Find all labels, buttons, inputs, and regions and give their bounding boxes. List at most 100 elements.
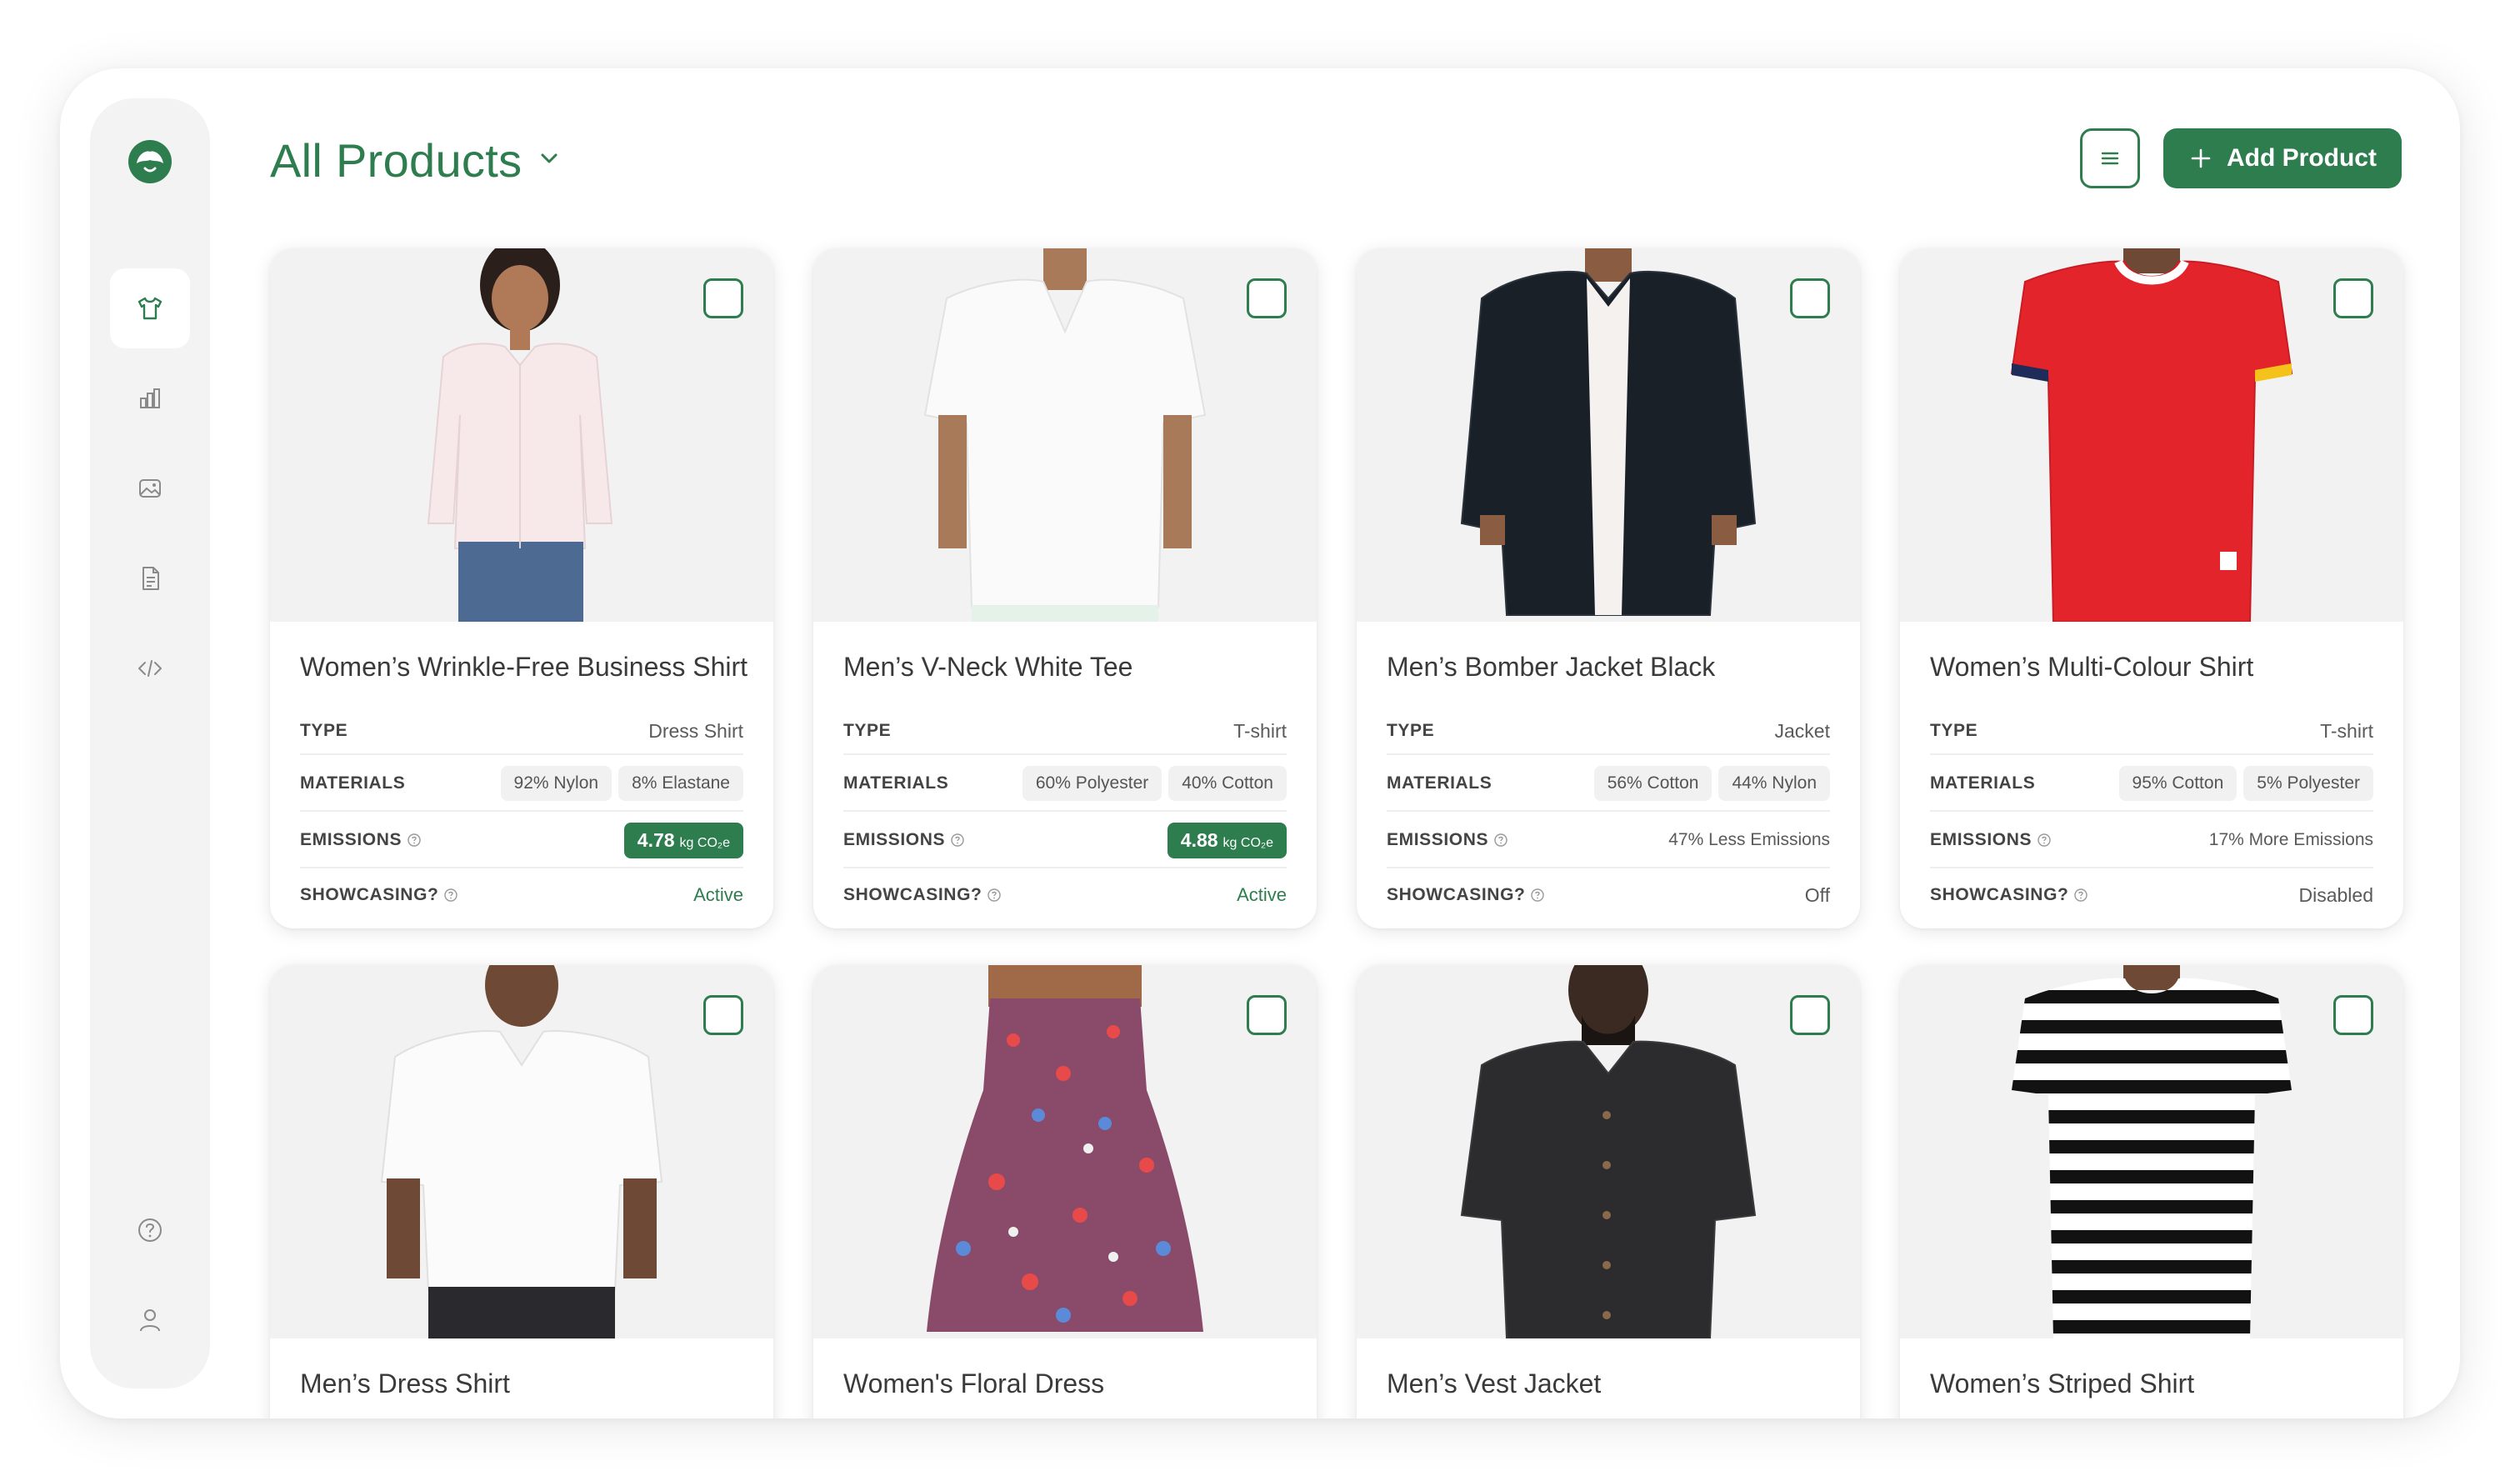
product-card[interactable]: Women’s Multi-Colour Shirt TYPE T-shirt … [1900,248,2403,928]
plus-icon [2191,148,2211,168]
sidebar-item-developer[interactable] [110,628,190,708]
select-checkbox[interactable] [1247,278,1287,318]
type-row: TYPE T-shirt [843,708,1287,755]
emissions-row: EMISSIONS 47% Less Emissions [1387,813,1830,868]
product-image [1900,965,2403,1338]
emissions-row: EMISSIONS 4.78 kg CO₂e [300,813,743,868]
showcasing-status[interactable]: Disabled [2299,884,2374,907]
showcasing-label-text: SHOWCASING? [300,885,439,904]
select-checkbox[interactable] [1790,995,1830,1035]
bar-chart-icon [140,388,160,408]
product-name: Women's Floral Dress [843,1368,1105,1398]
info-icon[interactable] [443,888,458,903]
product-name: Women’s Striped Shirt [1930,1368,2195,1398]
sidebar-item-media[interactable] [110,448,190,528]
type-value: T-shirt [1233,719,1287,742]
emissions-value: 4.78 [637,828,675,851]
materials-label: MATERIALS [1387,773,1492,793]
sidebar-item-reports[interactable] [110,538,190,618]
page-title-dropdown[interactable]: All Products [270,133,562,188]
add-product-label: Add Product [2227,144,2377,172]
product-name: Men’s Dress Shirt [300,1368,510,1398]
product-name: Women’s Wrinkle-Free Business Shirt [300,652,748,682]
select-checkbox[interactable] [1247,995,1287,1035]
product-card[interactable]: Men’s Bomber Jacket Black TYPE Jacket MA… [1357,248,1860,928]
select-checkbox[interactable] [1790,278,1830,318]
info-icon[interactable] [407,833,422,848]
emissions-value: 4.88 [1180,828,1218,851]
select-checkbox[interactable] [703,278,743,318]
emissions-label-text: EMISSIONS [843,830,946,849]
emissions-row: EMISSIONS 4.88 kg CO₂e [843,813,1287,868]
info-icon[interactable] [1493,833,1508,848]
type-label: TYPE [300,721,348,740]
materials-row: MATERIALS 56% Cotton 44% Nylon [1387,757,1830,812]
info-icon[interactable] [1530,888,1545,903]
emissions-badge: 4.78 kg CO₂e [623,822,743,858]
emissions-comparison: 47% Less Emissions [1668,830,1830,849]
materials-row: MATERIALS 60% Polyester 40% Cotton [843,757,1287,812]
app-window: All Products Add Product Women’s Wrinkle… [60,68,2460,1418]
list-view-button[interactable] [2080,128,2140,188]
select-checkbox[interactable] [703,995,743,1035]
material-chip: 44% Nylon [1718,766,1830,801]
showcasing-label: SHOWCASING? [300,885,458,905]
materials-label: MATERIALS [300,773,406,793]
showcasing-label: SHOWCASING? [1930,885,2088,905]
emissions-label-text: EMISSIONS [300,830,402,849]
product-image [813,965,1317,1338]
info-icon[interactable] [2037,833,2052,848]
product-card[interactable]: Men’s Vest Jacket [1357,965,1860,1418]
info-icon[interactable] [950,833,965,848]
sidebar-item-analytics[interactable] [110,358,190,438]
sidebar-item-help[interactable] [110,1190,190,1270]
showcasing-row: SHOWCASING? Off [1387,870,1830,920]
info-icon[interactable] [987,888,1002,903]
product-image [1357,965,1860,1338]
showcasing-status[interactable]: Off [1805,884,1830,907]
product-name: Men’s V-Neck White Tee [843,652,1133,682]
emissions-label: EMISSIONS [1930,830,2052,850]
product-card[interactable]: Women's Floral Dress [813,965,1317,1418]
showcasing-status[interactable]: Active [693,884,743,906]
materials-label: MATERIALS [843,773,949,793]
emissions-unit: kg CO₂e [679,835,730,850]
type-label: TYPE [1387,721,1435,740]
emissions-label-text: EMISSIONS [1930,830,2032,849]
product-card[interactable]: Women’s Wrinkle-Free Business Shirt TYPE… [270,248,773,928]
material-chip: 5% Polyester [2243,766,2373,801]
product-name: Men’s Vest Jacket [1387,1368,1602,1398]
document-icon [142,567,159,590]
materials-row: MATERIALS 92% Nylon 8% Elastane [300,757,743,812]
type-label: TYPE [1930,721,1978,740]
product-name: Women’s Multi-Colour Shirt [1930,652,2254,682]
type-label: TYPE [843,721,892,740]
sidebar-item-account[interactable] [110,1280,190,1360]
tshirt-icon [138,297,162,320]
info-icon[interactable] [2073,888,2088,903]
product-image [1900,248,2403,622]
product-name: Men’s Bomber Jacket Black [1387,652,1716,682]
showcasing-status[interactable]: Active [1237,884,1287,906]
showcasing-label-text: SHOWCASING? [1930,885,2069,904]
add-product-button[interactable]: Add Product [2163,128,2402,188]
emissions-label: EMISSIONS [300,830,422,850]
select-checkbox[interactable] [2333,995,2373,1035]
material-chip: 60% Polyester [1022,766,1162,801]
emissions-badge: 4.88 kg CO₂e [1167,822,1287,858]
emissions-label: EMISSIONS [843,830,965,850]
menu-icon [2101,152,2119,165]
showcasing-row: SHOWCASING? Disabled [1930,870,2373,920]
showcasing-label: SHOWCASING? [1387,885,1545,905]
product-card[interactable]: Women’s Striped Shirt [1900,965,2403,1418]
chevron-down-icon [537,146,562,175]
type-row: TYPE Dress Shirt [300,708,743,755]
showcasing-row: SHOWCASING? Active [300,870,743,920]
product-card[interactable]: Men’s Dress Shirt [270,965,773,1418]
brand-logo-icon[interactable] [127,138,173,185]
sidebar-item-products[interactable] [110,268,190,348]
select-checkbox[interactable] [2333,278,2373,318]
product-image [270,965,773,1338]
type-value: Dress Shirt [648,719,743,742]
product-card[interactable]: Men’s V-Neck White Tee TYPE T-shirt MATE… [813,248,1317,928]
